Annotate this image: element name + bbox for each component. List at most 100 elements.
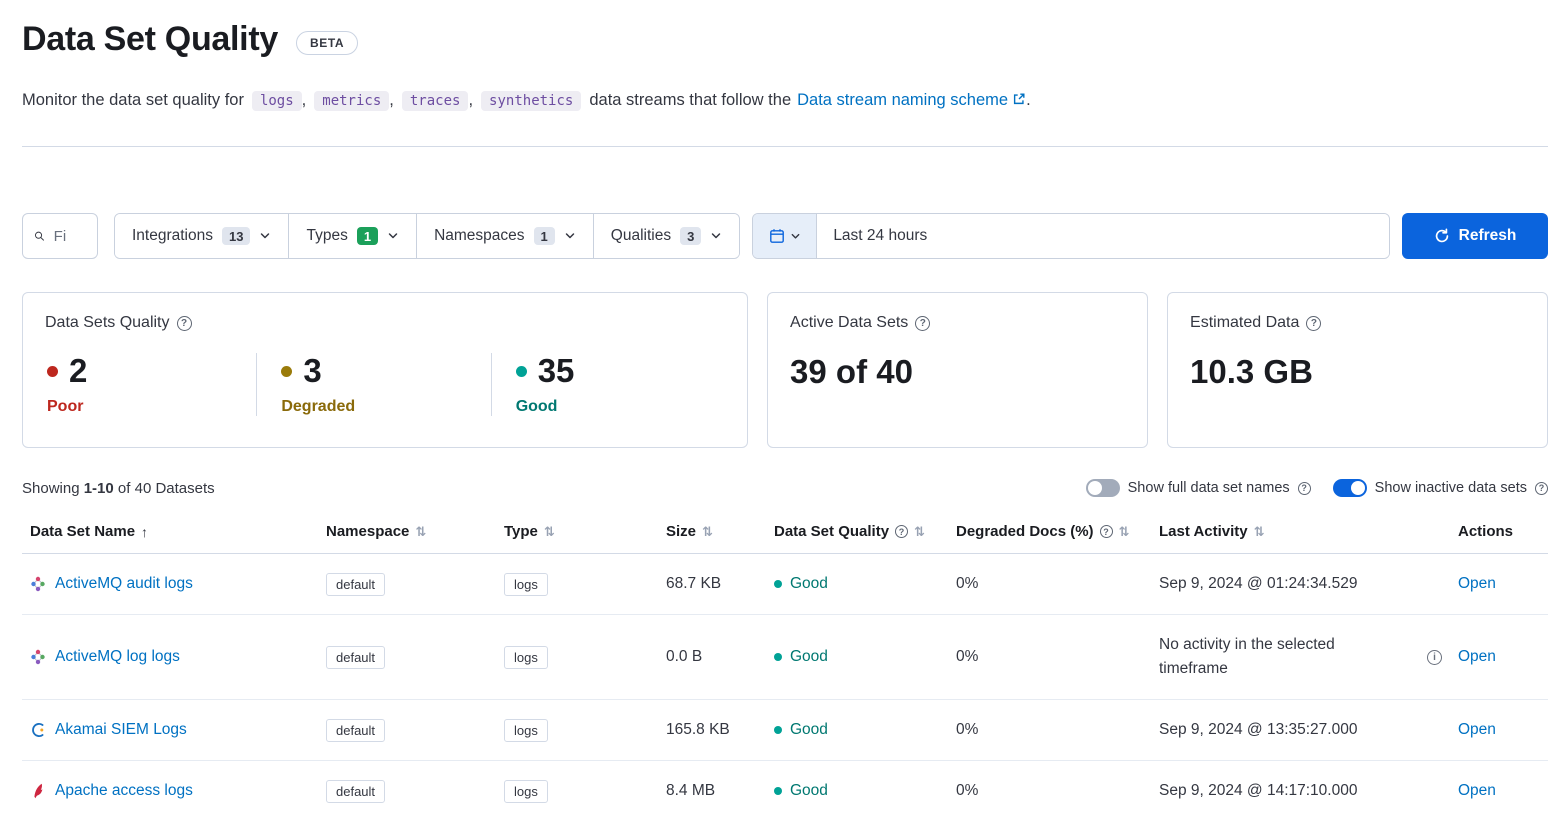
data-set-name-link[interactable]: Akamai SIEM Logs — [55, 721, 187, 739]
type-badge: logs — [504, 719, 548, 742]
stat-good[interactable]: 35 Good — [491, 353, 725, 416]
column-header-size[interactable]: Size⇅ — [658, 513, 766, 554]
toggle-label: Show full data set names — [1128, 480, 1290, 496]
active-data-sets-value: 39 of 40 — [790, 353, 1125, 391]
date-range-value[interactable]: Last 24 hours — [817, 214, 1389, 258]
sort-icon: ⇅ — [544, 524, 555, 540]
stat-degraded[interactable]: 3 Degraded — [256, 353, 490, 416]
card-title: Active Data Sets ? — [790, 314, 1125, 332]
filter-namespaces[interactable]: Namespaces 1 — [417, 214, 594, 258]
page-title: Data Set Quality — [22, 20, 278, 59]
help-icon[interactable]: ? — [895, 525, 908, 538]
sort-icon: ⇅ — [914, 524, 925, 540]
description-suffix: . — [1026, 91, 1031, 109]
sort-icon: ⇅ — [1119, 524, 1130, 540]
help-icon[interactable]: ? — [1100, 525, 1113, 538]
activemq-icon — [30, 649, 46, 665]
namespace-badge: default — [326, 573, 385, 596]
toggle-show-full-names[interactable]: Show full data set names ? — [1086, 479, 1311, 497]
column-header-last-activity[interactable]: Last Activity⇅ — [1151, 513, 1450, 554]
open-link[interactable]: Open — [1458, 721, 1496, 738]
quality-dot-icon — [774, 787, 782, 795]
stat-label-good: Good — [516, 398, 725, 416]
help-icon[interactable]: ? — [915, 316, 930, 331]
good-dot-icon — [516, 366, 527, 377]
column-header-name[interactable]: Data Set Name↑ — [22, 513, 318, 554]
namespaces-count-badge: 1 — [534, 227, 555, 245]
header-divider — [22, 146, 1548, 147]
data-sets-table: Data Set Name↑ Namespace⇅ Type⇅ Size⇅ Da… — [22, 513, 1548, 820]
showing-range: 1-10 — [84, 480, 114, 497]
open-link[interactable]: Open — [1458, 648, 1496, 665]
degraded-docs-value: 0% — [956, 575, 978, 592]
quality-value: Good — [790, 721, 828, 739]
chevron-down-icon — [564, 230, 576, 242]
size-value: 8.4 MB — [666, 782, 715, 799]
switch[interactable] — [1086, 479, 1120, 497]
date-quick-select-button[interactable] — [753, 214, 817, 258]
degraded-dot-icon — [281, 366, 292, 377]
beta-badge: BETA — [296, 31, 358, 55]
help-icon[interactable]: ? — [1535, 482, 1548, 495]
table-row: ActiveMQ log logs default logs 0.0 B Goo… — [22, 615, 1548, 700]
table-row: Akamai SIEM Logs default logs 165.8 KB G… — [22, 700, 1548, 761]
apache-icon — [30, 783, 46, 799]
data-set-name-link[interactable]: ActiveMQ audit logs — [55, 575, 193, 593]
data-set-name-link[interactable]: ActiveMQ log logs — [55, 648, 180, 666]
info-icon[interactable]: i — [1427, 650, 1442, 665]
estimated-data-value: 10.3 GB — [1190, 353, 1525, 391]
degraded-docs-value: 0% — [956, 721, 978, 738]
code-chip-logs: logs — [252, 91, 302, 111]
search-input[interactable] — [52, 227, 91, 246]
help-icon[interactable]: ? — [1306, 316, 1321, 331]
toggle-show-inactive[interactable]: Show inactive data sets ? — [1333, 479, 1548, 497]
table-header-row: Data Set Name↑ Namespace⇅ Type⇅ Size⇅ Da… — [22, 513, 1548, 554]
degraded-docs-value: 0% — [956, 648, 978, 665]
description-middle: data streams that follow the — [589, 91, 791, 109]
table-toggles: Show full data set names ? Show inactive… — [1086, 479, 1548, 497]
size-value: 165.8 KB — [666, 721, 730, 738]
column-header-actions: Actions — [1450, 513, 1548, 554]
data-set-quality-page: Data Set Quality BETA Monitor the data s… — [0, 0, 1568, 820]
open-link[interactable]: Open — [1458, 782, 1496, 799]
sort-icon: ⇅ — [1254, 524, 1265, 540]
column-header-namespace[interactable]: Namespace⇅ — [318, 513, 496, 554]
sort-asc-icon: ↑ — [141, 524, 148, 540]
namespace-badge: default — [326, 780, 385, 803]
column-header-quality[interactable]: Data Set Quality?⇅ — [766, 513, 948, 554]
column-header-type[interactable]: Type⇅ — [496, 513, 658, 554]
namespace-badge: default — [326, 646, 385, 669]
refresh-icon — [1434, 228, 1450, 244]
switch[interactable] — [1333, 479, 1367, 497]
stat-label-degraded: Degraded — [281, 398, 490, 416]
table-meta: Showing 1-10 of 40 Datasets Show full da… — [22, 479, 1548, 497]
calendar-icon — [769, 228, 785, 244]
data-sets-quality-card: Data Sets Quality ? 2 Poor 3 Degraded 35… — [22, 292, 748, 448]
chevron-down-icon — [790, 231, 801, 242]
refresh-button[interactable]: Refresh — [1402, 213, 1548, 259]
data-stream-naming-scheme-link[interactable]: Data stream naming scheme — [797, 91, 1026, 109]
sort-icon: ⇅ — [415, 524, 426, 540]
filter-integrations[interactable]: Integrations 13 — [115, 214, 289, 258]
open-link[interactable]: Open — [1458, 575, 1496, 592]
last-activity-value: Sep 9, 2024 @ 14:17:10.000 — [1159, 779, 1357, 803]
qualities-count-badge: 3 — [680, 227, 701, 245]
filter-qualities[interactable]: Qualities 3 — [594, 214, 740, 258]
stat-poor[interactable]: 2 Poor — [45, 353, 256, 416]
filter-types[interactable]: Types 1 — [289, 214, 417, 258]
chevron-down-icon — [710, 230, 722, 242]
card-title: Data Sets Quality ? — [45, 314, 725, 332]
help-icon[interactable]: ? — [1298, 482, 1311, 495]
showing-summary: Showing 1-10 of 40 Datasets — [22, 480, 215, 497]
column-header-degraded[interactable]: Degraded Docs (%)?⇅ — [948, 513, 1151, 554]
namespace-badge: default — [326, 719, 385, 742]
date-picker: Last 24 hours — [752, 213, 1390, 259]
quality-dot-icon — [774, 653, 782, 661]
stat-label-poor: Poor — [47, 398, 256, 416]
summary-cards: Data Sets Quality ? 2 Poor 3 Degraded 35… — [22, 292, 1548, 448]
code-chip-synthetics: synthetics — [481, 91, 581, 111]
data-set-name-link[interactable]: Apache access logs — [55, 782, 193, 800]
search-box[interactable] — [22, 213, 98, 259]
help-icon[interactable]: ? — [177, 316, 192, 331]
quality-value: Good — [790, 575, 828, 593]
